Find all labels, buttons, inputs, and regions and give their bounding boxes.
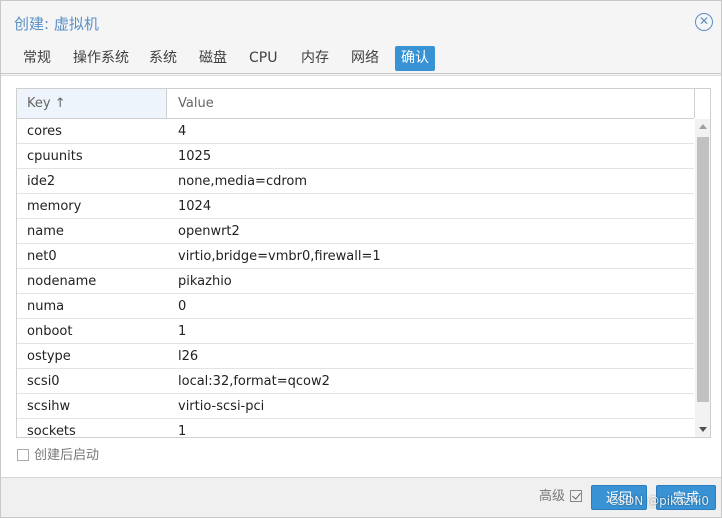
summary-grid: Key ↑ Value cores 4 cpuunits 1025 ide2 none,m…	[16, 88, 711, 438]
row-key: ostype	[27, 349, 71, 364]
row-value: 1	[178, 424, 187, 437]
checkmark-icon[interactable]	[570, 490, 583, 502]
row-value: 1025	[178, 149, 212, 164]
table-row[interactable]: scsi0 local:32,format=qcow2	[17, 369, 694, 394]
table-row[interactable]: numa 0	[17, 294, 694, 319]
grid-rows: cores 4 cpuunits 1025 ide2 none,media=cdrom me…	[17, 119, 694, 437]
grid-scrollbar[interactable]	[695, 119, 710, 437]
row-key: sockets	[27, 424, 76, 437]
scroll-down-icon[interactable]	[699, 427, 707, 432]
table-row[interactable]: name openwrt2	[17, 219, 694, 244]
scroll-thumb[interactable]	[697, 137, 709, 402]
tab-disk[interactable]: 磁盘	[193, 46, 233, 71]
table-row[interactable]: nodename pikazhio	[17, 269, 694, 294]
column-header-value[interactable]: Value	[168, 89, 694, 118]
table-row[interactable]: ostype l26	[17, 344, 694, 369]
row-value: none,media=cdrom	[178, 174, 308, 189]
table-row[interactable]: ide2 none,media=cdrom	[17, 169, 694, 194]
tab-confirm[interactable]: 确认	[395, 46, 435, 71]
row-value: 0	[178, 299, 187, 314]
close-icon[interactable]: ✕	[695, 13, 713, 31]
row-value: l26	[178, 349, 199, 364]
row-key: cpuunits	[27, 149, 83, 164]
row-value: virtio-scsi-pci	[178, 399, 265, 414]
table-row[interactable]: memory 1024	[17, 194, 694, 219]
row-key: cores	[27, 124, 62, 139]
grid-header: Key ↑ Value	[17, 89, 694, 119]
column-header-key[interactable]: Key ↑	[17, 89, 167, 118]
title-bar: 创建: 虚拟机 ✕	[1, 1, 721, 43]
checkbox-icon[interactable]	[17, 449, 29, 461]
tab-os[interactable]: 操作系统	[67, 46, 135, 71]
header-spacer	[694, 89, 710, 118]
tab-bar: 常规 操作系统 系统 磁盘 CPU 内存 网络 确认	[1, 43, 721, 74]
row-key: ide2	[27, 174, 56, 189]
row-value: 4	[178, 124, 187, 139]
start-after-created-label: 创建后启动	[34, 448, 100, 463]
row-key: name	[27, 224, 64, 239]
tab-system[interactable]: 系统	[143, 46, 183, 71]
row-key: numa	[27, 299, 65, 314]
confirm-panel: Key ↑ Value cores 4 cpuunits 1025 ide2 none,m…	[1, 75, 721, 477]
table-row[interactable]: cores 4	[17, 119, 694, 144]
row-value: local:32,format=qcow2	[178, 374, 330, 389]
row-key: net0	[27, 249, 57, 264]
dialog-title: 创建: 虚拟机	[14, 15, 99, 33]
table-row[interactable]: cpuunits 1025	[17, 144, 694, 169]
dialog-footer: 高级 返回 完成 CSDN @pikazhi0	[1, 477, 721, 517]
row-key: nodename	[27, 274, 97, 289]
table-row[interactable]: onboot 1	[17, 319, 694, 344]
row-key: scsihw	[27, 399, 71, 414]
advanced-label: 高级	[539, 489, 566, 504]
table-row[interactable]: net0 virtio,bridge=vmbr0,firewall=1	[17, 244, 694, 269]
row-value: openwrt2	[178, 224, 240, 239]
row-key: memory	[27, 199, 82, 214]
start-after-created-checkbox[interactable]: 创建后启动	[17, 448, 99, 464]
row-value: virtio,bridge=vmbr0,firewall=1	[178, 249, 381, 264]
advanced-toggle[interactable]: 高级	[539, 489, 583, 505]
watermark: CSDN @pikazhi0	[609, 494, 709, 508]
row-value: 1	[178, 324, 187, 339]
table-row[interactable]: sockets 1	[17, 419, 694, 437]
create-vm-dialog: 创建: 虚拟机 ✕ 常规 操作系统 系统 磁盘 CPU 内存 网络 确认 Key…	[0, 0, 722, 518]
row-value: pikazhio	[178, 274, 232, 289]
tab-cpu[interactable]: CPU	[243, 46, 283, 71]
row-key: onboot	[27, 324, 73, 339]
row-value: 1024	[178, 199, 212, 214]
table-row[interactable]: scsihw virtio-scsi-pci	[17, 394, 694, 419]
tab-network[interactable]: 网络	[345, 46, 385, 71]
tab-general[interactable]: 常规	[17, 46, 57, 71]
row-key: scsi0	[27, 374, 60, 389]
tab-memory[interactable]: 内存	[295, 46, 335, 71]
scroll-up-icon[interactable]	[699, 124, 707, 129]
